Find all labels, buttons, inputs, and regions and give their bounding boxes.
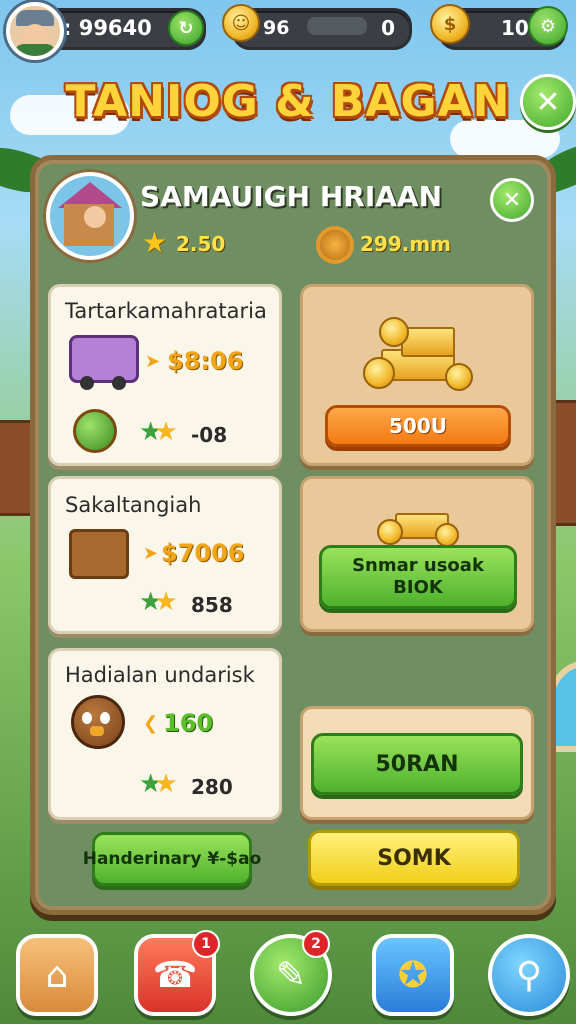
avatar-shirt [14,44,56,56]
arrow-icon: ➤ [143,543,159,564]
nav-events-button[interactable]: ✪ [372,934,454,1016]
beak [90,726,104,736]
stars-icon: ★★ [139,587,178,617]
crate-icon [69,529,129,579]
offer-stars-value: 280 [191,775,233,799]
player-name: SAMAUIGH HRIAAN [140,180,443,213]
middle-counter: 0 [381,16,395,40]
special-offer-line2: BIOK [393,577,443,598]
reward-box: Snmar usoak BIOK [300,476,534,632]
offer-stars-value: -08 [191,423,228,447]
footer-right-label: SOMK [377,845,451,871]
notification-badge: 2 [302,930,330,958]
offer-price: $7006 [161,539,245,567]
critter-icon [71,695,125,749]
footer-right-button[interactable]: SOMK [308,830,520,886]
smile-icon: ☺ [222,4,260,42]
search-icon: ⚲ [515,954,543,996]
events-icon: ✪ [397,954,429,996]
offer-card: Tartarkamahrataria ➤ $8:06 ★★ -08 [48,284,282,466]
buy-button-label: 500U [389,414,447,438]
smiles-value: 96 [263,17,290,39]
offer-price: 160 [163,709,214,737]
offer-price: $8:06 [167,347,244,375]
profile-avatar [46,172,134,260]
claim-button[interactable]: 50RAN [311,733,523,795]
gold-pile-icon [377,489,459,547]
close-button[interactable]: ✕ [520,74,576,130]
close-panel-button[interactable]: ✕ [490,178,534,222]
nav-home-button[interactable]: ⌂ [16,934,98,1016]
coins-value: : 99640 [63,16,152,40]
gold-bar [401,327,455,357]
notification-badge: 1 [192,930,220,958]
wheel [80,376,94,390]
truck-icon [69,335,139,390]
arrow-icon: ❮ [143,713,159,734]
offer-title: Tartarkamahrataria [65,299,267,323]
offer-title: Sakaltangiah [65,493,202,517]
star-rating: 2.50 [176,232,226,256]
resource-value: 299.mm [360,232,452,256]
add-coins-icon[interactable]: ↻ [168,10,204,46]
claim-button-label: 50RAN [375,751,459,777]
star-icon: ★ [142,226,168,259]
gold-pile-icon [361,309,473,393]
chat-icon: ✎ [275,954,307,996]
eye [100,712,110,724]
stars-icon: ★★ [139,417,178,447]
nav-search-button[interactable]: ⚲ [488,934,570,1016]
eye [82,712,92,724]
reward-box: 50RAN [300,706,534,820]
stars-icon: ★★ [139,769,178,799]
nav-shop-button[interactable]: ☎ 1 [134,930,220,1016]
arrow-icon: ➤ [145,351,161,372]
offer-title: Hadialan undarisk [65,663,255,687]
progress-track [307,17,367,35]
coin [377,519,403,545]
sun-resource-icon [320,230,350,260]
settings-icon[interactable]: ⚙ [528,6,568,46]
wheel [112,376,126,390]
coin [435,523,459,547]
page-title: TANIOG & BAGAN [65,76,511,127]
footer-left-button[interactable]: Handerinary ¥-$ao [83,832,261,886]
avatar-kid [84,206,106,228]
offer-card: Sakaltangiah ➤ $7006 ★★ 858 [48,476,282,634]
footer-left-label: Handerinary ¥-$ao [82,849,262,869]
special-offer-button[interactable]: Snmar usoak BIOK [319,545,517,609]
special-offer-line1: Snmar usoak [352,555,484,576]
energy-coin-icon: $ [430,4,470,44]
offer-stars-value: 858 [191,593,233,617]
leaf-icon [73,409,117,453]
player-avatar[interactable] [6,2,64,60]
shop-icon: ☎ [152,954,198,996]
coin [445,363,473,391]
coin [379,317,409,347]
buy-button[interactable]: 500U [325,405,511,447]
home-icon: ⌂ [45,954,69,996]
energy-value: 10 [501,16,529,40]
coin [363,357,395,389]
reward-box: 500U [300,284,534,466]
nav-chat-button[interactable]: ✎ 2 [250,930,332,1016]
offer-card: Hadialan undarisk ❮ 160 ★★ 280 [48,648,282,820]
